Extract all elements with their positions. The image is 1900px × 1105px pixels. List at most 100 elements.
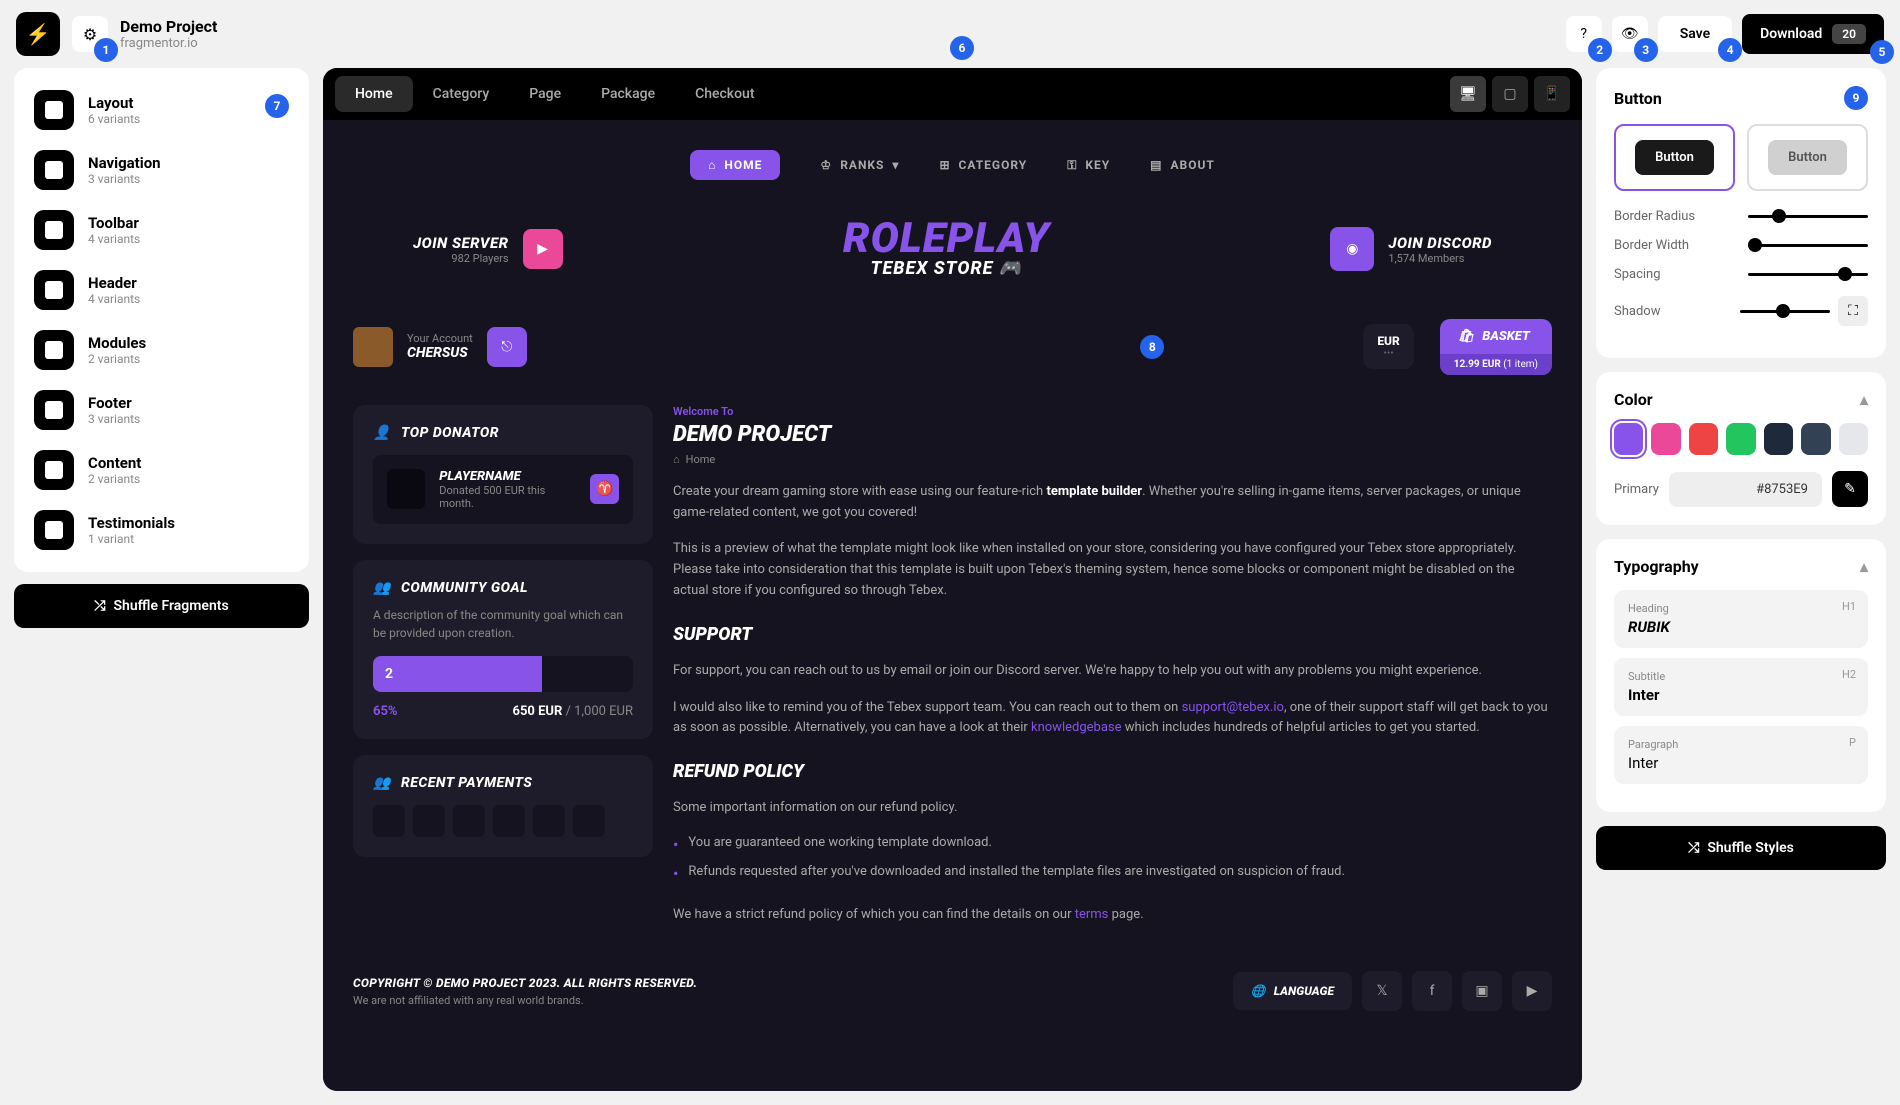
twitter-icon[interactable]: 𝕏 [1362,971,1402,1011]
breadcrumb[interactable]: ⌂Home [673,453,1552,466]
join-server[interactable]: JOIN SERVER982 Players ▶ [413,229,563,269]
language-button[interactable]: 🌐LANGUAGE [1233,972,1352,1010]
shuffle-icon: ⤮ [94,598,105,614]
color-swatch-red[interactable] [1689,423,1718,455]
badge-4: 4 [1718,38,1742,62]
currency-selector[interactable]: EUR••• [1363,324,1413,369]
border-radius-slider[interactable] [1748,215,1868,218]
badge-8: 8 [1140,335,1164,359]
eyedropper-button[interactable]: ✎ [1832,471,1868,507]
primary-color-input[interactable]: #8753E9 [1669,472,1822,507]
fragment-navigation[interactable]: Navigation3 variants [26,140,297,200]
recent-payments-card: 👥RECENT PAYMENTS [353,755,653,857]
play-icon[interactable]: ▶ [523,229,563,269]
basket-icon: 🛍 [1458,329,1475,344]
fragment-icon [34,90,74,130]
tab-category[interactable]: Category [413,76,510,112]
discord-icon: ◉ [1330,227,1374,271]
button-variant-dark[interactable]: Button [1614,124,1735,191]
youtube-icon[interactable]: ▶ [1512,971,1552,1011]
progress-bar: 2 [373,656,633,692]
nav-home[interactable]: ⌂HOME [690,150,780,180]
top-donator-card: 👤TOP DONATOR PLAYERNAMEDonated 500 EUR t… [353,405,653,544]
knowledgebase-link[interactable]: knowledgebase [1031,720,1122,735]
fragment-testimonials[interactable]: Testimonials1 variant [26,500,297,560]
download-button[interactable]: Download 20 5 [1742,14,1884,54]
facebook-icon[interactable]: f [1412,971,1452,1011]
color-swatch-light[interactable] [1839,423,1868,455]
tab-home[interactable]: Home [335,76,413,112]
typography-panel: Typography▴ HeadingRUBIKH1 SubtitleInter… [1596,539,1886,812]
button-panel: Button 9 Button Button Border Radius Bor… [1596,68,1886,358]
users-icon: 👥 [373,775,391,791]
user-avatar [353,327,393,367]
color-swatch-purple[interactable] [1614,423,1643,455]
typo-subtitle[interactable]: SubtitleInterH2 [1614,658,1868,716]
nav-about[interactable]: ▤ABOUT [1150,150,1215,180]
shuffle-fragments-button[interactable]: ⤮ Shuffle Fragments [14,584,309,628]
community-goal-card: 👥COMMUNITY GOAL A description of the com… [353,560,653,739]
fragment-layout[interactable]: Layout6 variants 7 [26,80,297,140]
chevron-up-icon[interactable]: ▴ [1860,390,1868,409]
crown-icon: ♔ [820,158,832,172]
shadow-expand-button[interactable]: ⛶ [1838,296,1868,326]
tab-package[interactable]: Package [581,76,675,112]
typo-heading[interactable]: HeadingRUBIKH1 [1614,590,1868,648]
basket-button[interactable]: 🛍BASKET 12.99 EUR (1 item) [1440,319,1552,375]
join-discord[interactable]: ◉ JOIN DISCORD1,574 Members [1330,227,1492,271]
copyright: COPYRIGHT © DEMO PROJECT 2023. ALL RIGHT… [353,976,697,990]
device-tablet[interactable]: ▢ [1492,76,1528,112]
project-info: Demo Project fragmentor.io [120,17,1554,51]
store-preview: ⌂HOME ♔RANKS▾ ⊞CATEGORY ⚿KEY ▤ABOUT JOIN… [323,120,1582,1091]
nav-ranks[interactable]: ♔RANKS▾ [820,150,899,180]
help-button[interactable]: ? 2 [1566,16,1602,52]
typo-paragraph[interactable]: ParagraphInterP [1614,726,1868,784]
color-swatch-green[interactable] [1726,423,1755,455]
badge-6: 6 [950,36,974,60]
tab-page[interactable]: Page [509,76,581,112]
device-desktop[interactable]: 🖥 [1450,76,1486,112]
fragment-list: Layout6 variants 7 Navigation3 variants … [14,68,309,572]
globe-icon: 🌐 [1251,984,1266,998]
spacing-slider[interactable] [1748,273,1868,276]
chevron-down-icon: ▾ [892,158,899,172]
color-swatch-dark2[interactable] [1801,423,1830,455]
nav-key[interactable]: ⚿KEY [1067,150,1110,180]
button-variant-light[interactable]: Button [1747,124,1868,191]
donator-avatar [387,469,425,509]
users-icon: 👥 [373,580,391,596]
logout-button[interactable]: ⎋ [487,327,527,367]
badge-1: 1 [94,38,118,62]
project-title: Demo Project [120,17,1554,36]
shadow-slider[interactable] [1740,310,1830,313]
badge-9: 9 [1844,86,1868,110]
preview-button[interactable]: 👁 3 [1612,16,1648,52]
store-logo: ROLEPLAY TEBEX STORE 🎮 [843,220,1050,279]
settings-button[interactable]: ⚙ 1 [72,16,108,52]
project-subtitle: fragmentor.io [120,36,1554,51]
support-email-link[interactable]: support@tebex.io [1182,700,1284,715]
badge-3: 3 [1634,38,1658,62]
main-content: Welcome To DEMO PROJECT ⌂Home Create you… [673,405,1552,926]
fragment-modules[interactable]: Modules2 variants [26,320,297,380]
gamepad-icon: 🎮 [999,258,1022,279]
fragment-header[interactable]: Header4 variants [26,260,297,320]
shuffle-icon: ⤮ [1688,840,1699,856]
border-width-slider[interactable] [1748,244,1868,247]
nav-category[interactable]: ⊞CATEGORY [939,150,1027,180]
fragment-footer[interactable]: Footer3 variants [26,380,297,440]
fragment-toolbar[interactable]: Toolbar4 variants [26,200,297,260]
device-mobile[interactable]: 📱 [1534,76,1570,112]
save-button[interactable]: Save 4 [1658,16,1732,52]
chevron-up-icon[interactable]: ▴ [1860,557,1868,576]
color-swatch-dark1[interactable] [1764,423,1793,455]
key-icon: ⚿ [1067,158,1077,173]
shuffle-styles-button[interactable]: ⤮ Shuffle Styles [1596,826,1886,870]
app-logo[interactable]: ⚡ [16,12,60,56]
trophy-icon: ♈ [590,474,619,504]
twitch-icon[interactable]: ▣ [1462,971,1502,1011]
color-swatch-pink[interactable] [1651,423,1680,455]
fragment-content[interactable]: Content2 variants [26,440,297,500]
terms-link[interactable]: terms [1075,907,1109,922]
tab-checkout[interactable]: Checkout [675,76,774,112]
